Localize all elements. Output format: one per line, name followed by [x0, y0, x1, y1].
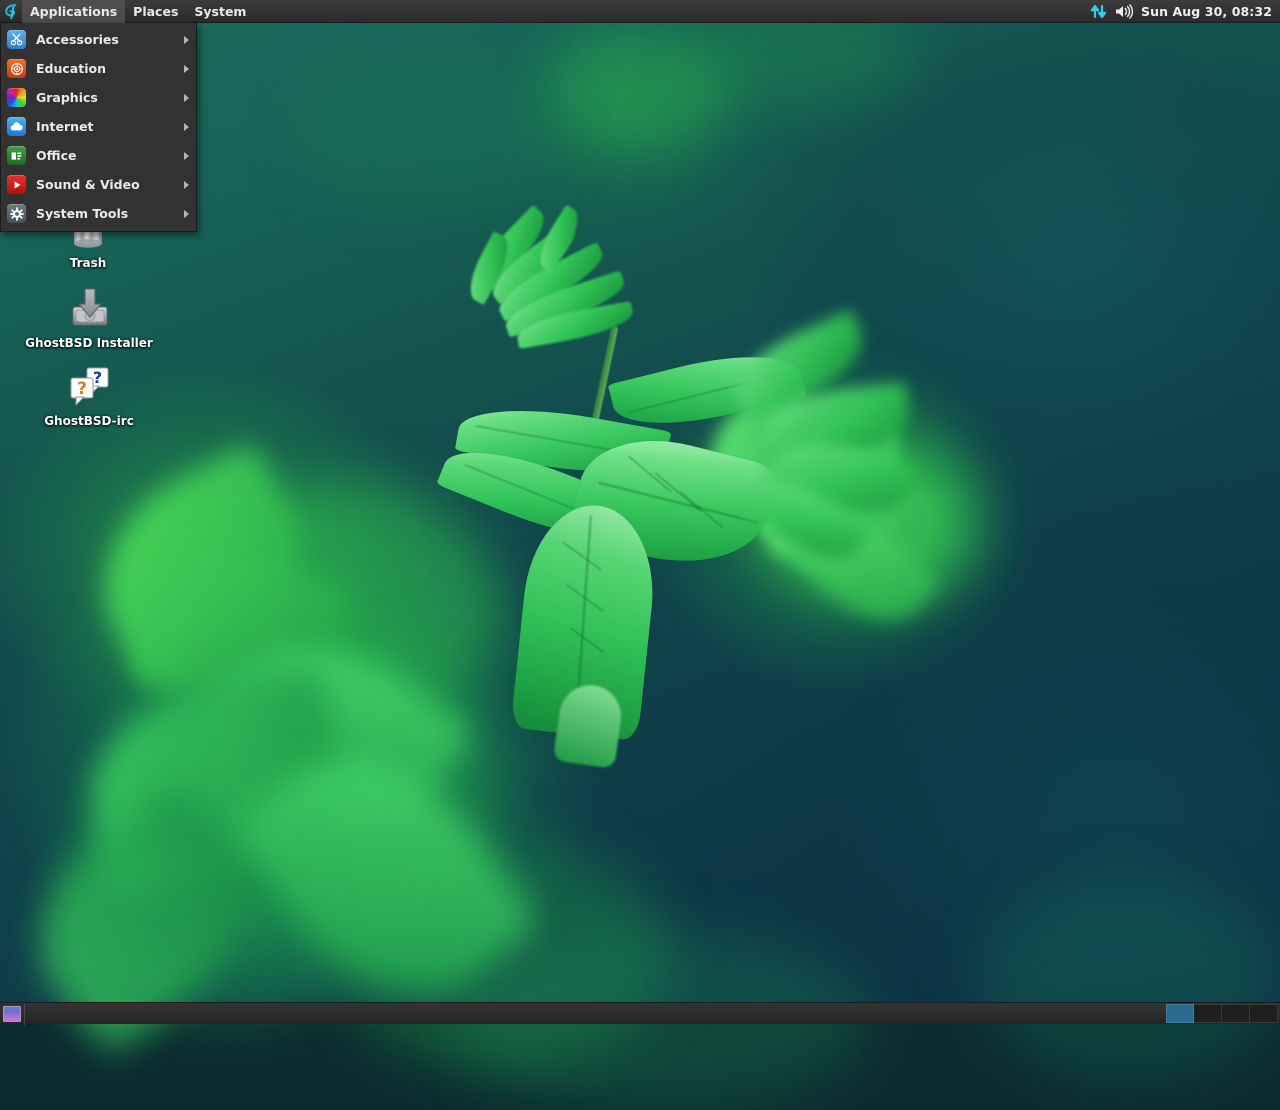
desktop-icon-ghostbsd-installer[interactable]: GhostBSD Installer — [29, 285, 149, 350]
workspace-switcher[interactable] — [1166, 1004, 1278, 1024]
menu-item-label: Accessories — [36, 32, 184, 47]
menu-item-label: Office — [36, 148, 184, 163]
ghostbsd-logo-icon[interactable] — [0, 0, 22, 23]
menu-item-sound-and-video[interactable]: Sound & Video — [1, 170, 196, 199]
play-button-icon — [7, 175, 26, 194]
workspace-3[interactable] — [1222, 1004, 1250, 1023]
cloud-icon — [7, 117, 26, 136]
color-wheel-icon — [7, 88, 26, 107]
bottom-panel — [0, 1002, 1280, 1024]
menu-item-system-tools[interactable]: System Tools — [1, 199, 196, 228]
foreground-plant — [430, 215, 930, 785]
menu-places[interactable]: Places — [125, 0, 186, 23]
gear-icon — [7, 204, 26, 223]
menu-applications[interactable]: Applications — [22, 0, 125, 23]
atom-target-icon — [7, 59, 26, 78]
chevron-right-icon — [184, 210, 189, 218]
menu-item-label: Sound & Video — [36, 177, 184, 192]
desktop-icon-label: GhostBSD Installer — [25, 336, 153, 350]
menu-item-graphics[interactable]: Graphics — [1, 83, 196, 112]
show-desktop-icon[interactable] — [3, 1006, 21, 1022]
workspace-4[interactable] — [1250, 1004, 1278, 1023]
menu-item-office[interactable]: Office — [1, 141, 196, 170]
bokeh-blob — [300, 60, 560, 210]
menu-item-education[interactable]: Education — [1, 54, 196, 83]
chevron-right-icon — [184, 152, 189, 160]
menu-item-label: System Tools — [36, 206, 184, 221]
desktop-icon-ghostbsd-irc[interactable]: ? ? GhostBSD-irc — [29, 363, 149, 428]
workspace-2[interactable] — [1194, 1004, 1222, 1023]
window-task-list[interactable] — [24, 1003, 1166, 1025]
menu-item-label: Education — [36, 61, 184, 76]
svg-text:?: ? — [93, 368, 102, 387]
menu-item-accessories[interactable]: Accessories — [1, 25, 196, 54]
chevron-right-icon — [184, 36, 189, 44]
system-tray: Sun Aug 30, 08:32 — [1090, 4, 1280, 19]
desktop-icon-label: GhostBSD-irc — [44, 414, 134, 428]
clock[interactable]: Sun Aug 30, 08:32 — [1141, 4, 1272, 19]
menu-system[interactable]: System — [186, 0, 254, 23]
chat-bubbles-question-icon: ? ? — [66, 363, 112, 411]
workspace-1[interactable] — [1166, 1004, 1194, 1023]
chevron-right-icon — [184, 181, 189, 189]
document-icon — [7, 146, 26, 165]
scissors-icon — [7, 30, 26, 49]
hard-drive-download-icon — [65, 285, 113, 333]
chevron-right-icon — [184, 123, 189, 131]
desktop-icon-label: Trash — [70, 256, 107, 270]
speaker-volume-icon[interactable] — [1114, 4, 1134, 19]
chevron-right-icon — [184, 94, 189, 102]
svg-text:?: ? — [77, 379, 87, 399]
applications-menu: Accessories Education Graphics Internet — [0, 23, 197, 232]
menu-item-label: Graphics — [36, 90, 184, 105]
menu-item-label: Internet — [36, 119, 184, 134]
network-up-down-arrows-icon[interactable] — [1090, 4, 1107, 19]
menu-item-internet[interactable]: Internet — [1, 112, 196, 141]
bokeh-blob — [980, 880, 1280, 1080]
top-panel: Applications Places System Sun Aug 30, 0… — [0, 0, 1280, 23]
chevron-right-icon — [184, 65, 189, 73]
